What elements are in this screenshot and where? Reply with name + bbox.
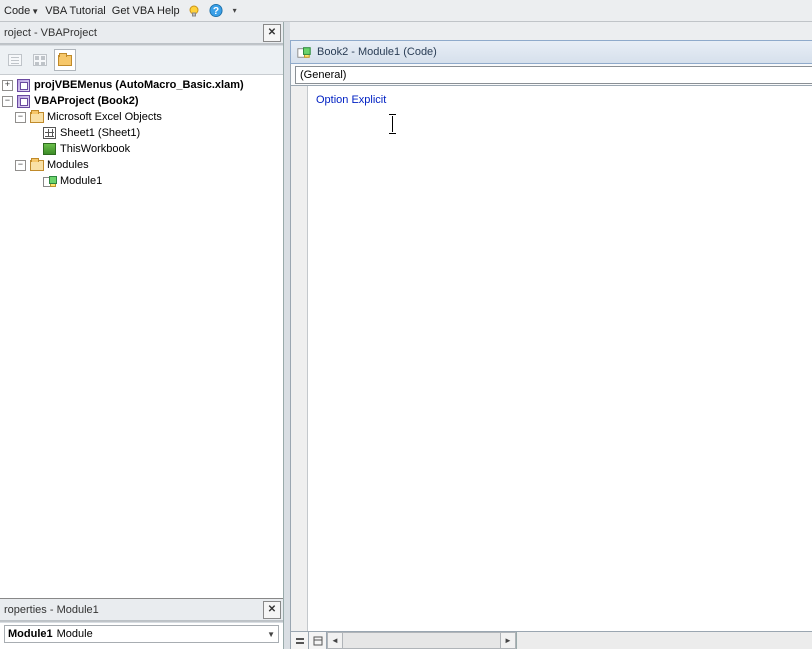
view-list-button[interactable]: [4, 49, 26, 71]
lightbulb-icon[interactable]: [186, 3, 202, 19]
svg-text:?: ?: [213, 6, 219, 17]
worksheet-icon: [43, 127, 56, 139]
folder-microsoft-excel-objects[interactable]: − Microsoft Excel Objects: [2, 109, 283, 125]
module-icon: [43, 176, 57, 187]
folder-icon: [30, 160, 44, 171]
project-node-vbaproject-book2[interactable]: − VBAProject (Book2): [2, 93, 283, 109]
vbaproject-icon: [17, 95, 30, 108]
project-panel-close-button[interactable]: [263, 24, 281, 42]
code-menu[interactable]: Code▼: [4, 5, 39, 17]
object-dropdown[interactable]: (General): [295, 66, 812, 84]
properties-panel-close-button[interactable]: [263, 601, 281, 619]
toggle-folders-button[interactable]: [54, 49, 76, 71]
vba-tutorial-menu[interactable]: VBA Tutorial: [45, 5, 106, 17]
text-cursor: [392, 116, 393, 132]
collapse-icon[interactable]: −: [15, 160, 26, 171]
get-vba-help-menu[interactable]: Get VBA Help: [112, 5, 180, 17]
collapse-icon[interactable]: −: [2, 96, 13, 107]
expand-icon[interactable]: +: [2, 80, 13, 91]
node-module1[interactable]: Module1: [2, 173, 283, 189]
project-toolbar: [0, 46, 283, 75]
top-toolbar: Code▼ VBA Tutorial Get VBA Help ? ▾: [0, 0, 812, 22]
workbook-icon: [43, 143, 56, 155]
view-grid-button[interactable]: [29, 49, 51, 71]
project-node-projvbemenus[interactable]: + projVBEMenus (AutoMacro_Basic.xlam): [2, 77, 283, 93]
help-icon[interactable]: ?: [208, 3, 224, 19]
procedure-view-button[interactable]: [291, 632, 309, 649]
project-panel-title: roject - VBAProject: [0, 22, 283, 44]
folder-icon: [30, 112, 44, 123]
code-window-titlebar[interactable]: Book2 - Module1 (Code): [290, 40, 812, 64]
node-thisworkbook[interactable]: ThisWorkbook: [2, 141, 283, 157]
margin-indicator-bar[interactable]: [290, 86, 308, 631]
full-module-view-button[interactable]: [309, 632, 327, 649]
vbaproject-icon: [17, 79, 30, 92]
toolbar-overflow-icon[interactable]: ▾: [230, 3, 240, 19]
scroll-right-button[interactable]: ►: [500, 632, 516, 649]
node-sheet1[interactable]: Sheet1 (Sheet1): [2, 125, 283, 141]
module-icon: [297, 47, 310, 57]
chevron-down-icon: ▼: [267, 630, 275, 639]
project-tree[interactable]: + projVBEMenus (AutoMacro_Basic.xlam) − …: [0, 75, 283, 598]
folder-modules[interactable]: − Modules: [2, 157, 283, 173]
properties-object-selector[interactable]: Module1 Module ▼: [4, 625, 279, 643]
code-editor[interactable]: Option Explicit: [308, 86, 812, 631]
collapse-icon[interactable]: −: [15, 112, 26, 123]
scroll-left-button[interactable]: ◄: [327, 632, 343, 649]
horizontal-scrollbar[interactable]: ◄ ►: [327, 632, 517, 649]
properties-panel-title: roperties - Module1: [0, 599, 283, 621]
